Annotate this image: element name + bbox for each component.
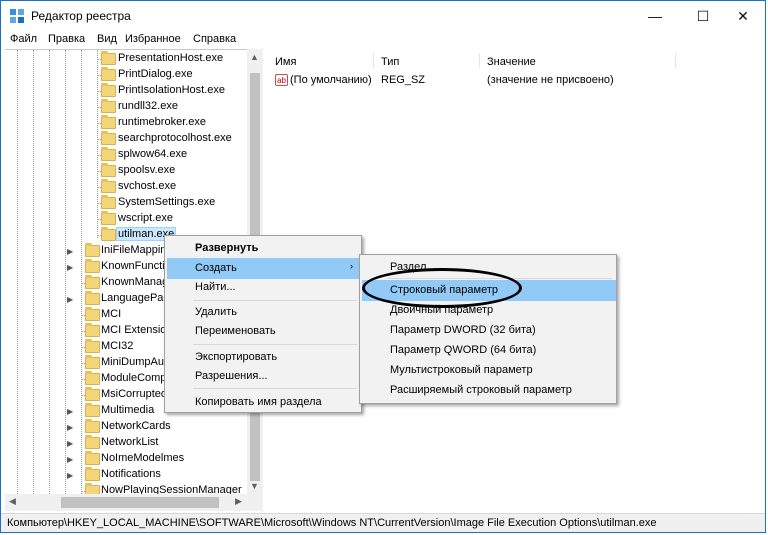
folder-icon bbox=[85, 435, 100, 449]
menu-item-expandable-string-value[interactable]: Расширяемый строковый параметр bbox=[362, 380, 616, 401]
value-name[interactable]: (По умолчанию) bbox=[290, 74, 372, 90]
maximize-button[interactable]: ☐ bbox=[683, 1, 723, 31]
value-type: REG_SZ bbox=[381, 74, 426, 86]
menu-edit[interactable]: Правка bbox=[48, 33, 85, 45]
menu-item-qword-value[interactable]: Параметр QWORD (64 бита) bbox=[362, 340, 616, 361]
minimize-button[interactable]: — bbox=[635, 1, 675, 31]
folder-icon bbox=[101, 211, 116, 225]
folder-icon bbox=[85, 275, 100, 289]
tree-node[interactable]: PresentationHost.exe bbox=[5, 51, 262, 67]
registry-app-icon bbox=[10, 9, 24, 23]
folder-icon bbox=[85, 259, 100, 273]
folder-icon bbox=[85, 339, 100, 353]
scroll-left-icon[interactable]: ◀ bbox=[9, 496, 16, 507]
menu-view[interactable]: Вид bbox=[97, 33, 117, 45]
folder-icon bbox=[101, 115, 116, 129]
folder-icon bbox=[101, 163, 116, 177]
menu-item-rename[interactable]: Переименовать bbox=[167, 321, 361, 342]
expand-arrow-icon[interactable]: ▶ bbox=[67, 247, 73, 256]
tree-node[interactable]: splwow64.exe bbox=[5, 147, 262, 163]
folder-icon bbox=[101, 147, 116, 161]
string-value-icon: ab bbox=[275, 74, 288, 86]
folder-icon bbox=[101, 51, 116, 65]
scroll-up-icon[interactable]: ▲ bbox=[250, 52, 259, 62]
scroll-right-icon[interactable]: ▶ bbox=[235, 496, 242, 507]
folder-icon bbox=[85, 355, 100, 369]
folder-icon bbox=[85, 451, 100, 465]
context-menu: Развернуть Создать › Найти... Удалить Пер… bbox=[164, 235, 362, 413]
folder-icon bbox=[85, 467, 100, 481]
column-header-type[interactable]: Тип bbox=[381, 56, 399, 68]
folder-icon bbox=[101, 99, 116, 113]
tree-node[interactable]: searchprotocolhost.exe bbox=[5, 131, 262, 147]
folder-icon bbox=[85, 403, 100, 417]
folder-icon bbox=[85, 243, 100, 257]
menu-item-dword-value[interactable]: Параметр DWORD (32 бита) bbox=[362, 320, 616, 341]
value-data: (значение не присвоено) bbox=[487, 74, 614, 86]
menu-help[interactable]: Справка bbox=[193, 33, 236, 45]
tree-node[interactable]: wscript.exe bbox=[5, 211, 262, 227]
title-bar: Редактор реестра — ☐ ✕ bbox=[1, 1, 765, 31]
status-path: Компьютер\HKEY_LOCAL_MACHINE\SOFTWARE\Mi… bbox=[7, 517, 657, 529]
menu-bar: Файл Правка Вид Избранное Справка bbox=[1, 31, 765, 49]
menu-item-create[interactable]: Создать › bbox=[167, 258, 361, 279]
menu-item-expand[interactable]: Развернуть bbox=[167, 238, 361, 259]
menu-item-delete[interactable]: Удалить bbox=[167, 302, 361, 323]
menu-item-find[interactable]: Найти... bbox=[167, 277, 361, 298]
tree-horizontal-scrollbar[interactable]: ◀ ▶ bbox=[5, 494, 263, 511]
expand-arrow-icon[interactable]: ▶ bbox=[67, 455, 73, 464]
tree-node[interactable]: rundll32.exe bbox=[5, 99, 262, 115]
tree-node[interactable]: svchost.exe bbox=[5, 179, 262, 195]
expand-arrow-icon[interactable]: ▶ bbox=[67, 471, 73, 480]
expand-arrow-icon[interactable]: ▶ bbox=[67, 423, 73, 432]
expand-arrow-icon[interactable]: ▶ bbox=[67, 295, 73, 304]
expand-arrow-icon[interactable]: ▶ bbox=[67, 407, 73, 416]
status-bar: Компьютер\HKEY_LOCAL_MACHINE\SOFTWARE\Mi… bbox=[1, 513, 765, 532]
tree-node[interactable]: PrintIsolationHost.exe bbox=[5, 83, 262, 99]
tree-node[interactable]: SystemSettings.exe bbox=[5, 195, 262, 211]
tree-node[interactable]: PrintDialog.exe bbox=[5, 67, 262, 83]
menu-favorites[interactable]: Избранное bbox=[125, 33, 181, 45]
folder-icon bbox=[101, 227, 116, 241]
expand-arrow-icon[interactable]: ▶ bbox=[67, 439, 73, 448]
folder-icon bbox=[101, 131, 116, 145]
window-title: Редактор реестра bbox=[31, 9, 131, 23]
folder-icon bbox=[101, 67, 116, 81]
folder-icon bbox=[85, 419, 100, 433]
expand-arrow-icon[interactable]: ▶ bbox=[67, 263, 73, 272]
scroll-thumb[interactable] bbox=[61, 497, 219, 508]
menu-item-copy-key-name[interactable]: Копировать имя раздела bbox=[167, 392, 361, 413]
folder-icon bbox=[85, 387, 100, 401]
menu-item-export[interactable]: Экспортировать bbox=[167, 347, 361, 368]
scroll-down-icon[interactable]: ▼ bbox=[250, 481, 259, 491]
submenu-arrow-icon: › bbox=[350, 261, 353, 271]
folder-icon bbox=[101, 83, 116, 97]
tree-node[interactable]: spoolsv.exe bbox=[5, 163, 262, 179]
column-header-value[interactable]: Значение bbox=[487, 56, 536, 68]
tree-node[interactable]: ▶ NetworkList bbox=[5, 435, 262, 451]
folder-icon bbox=[101, 195, 116, 209]
highlight-annotation-oval bbox=[362, 268, 522, 308]
folder-icon bbox=[85, 291, 100, 305]
tree-node[interactable]: runtimebroker.exe bbox=[5, 115, 262, 131]
column-header-name[interactable]: Имя bbox=[275, 56, 296, 68]
folder-icon bbox=[85, 307, 100, 321]
menu-item-permissions[interactable]: Разрешения... bbox=[167, 366, 361, 387]
menu-file[interactable]: Файл bbox=[10, 33, 37, 45]
folder-icon bbox=[85, 371, 100, 385]
menu-item-multistring-value[interactable]: Мультистроковый параметр bbox=[362, 360, 616, 381]
tree-node[interactable]: ▶ NoImeModelmes bbox=[5, 451, 262, 467]
folder-icon bbox=[85, 323, 100, 337]
folder-icon bbox=[101, 179, 116, 193]
tree-node[interactable]: ▶ NetworkCards bbox=[5, 419, 262, 435]
tree-node[interactable]: ▶ Notifications bbox=[5, 467, 262, 483]
close-button[interactable]: ✕ bbox=[723, 1, 763, 31]
